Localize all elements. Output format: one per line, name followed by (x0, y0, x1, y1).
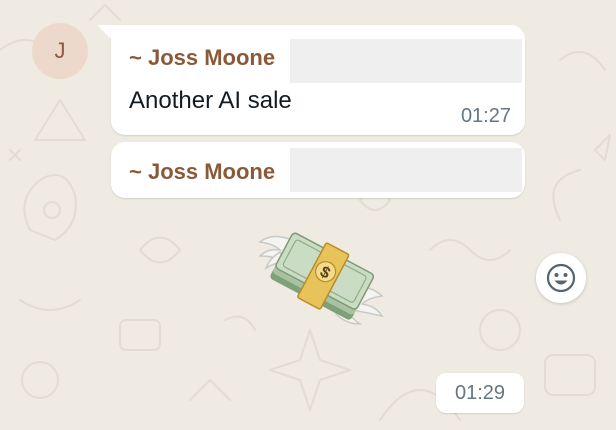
message-time: 01:29 (454, 381, 506, 404)
redacted-phone (290, 148, 522, 192)
sticker-time-pill: 01:29 (436, 373, 524, 413)
money-with-wings-icon[interactable]: $ (252, 218, 388, 348)
sender-header-bubble[interactable]: ~ Joss Moone (111, 142, 525, 198)
sender-name[interactable]: ~ Joss Moone (129, 159, 275, 185)
react-button[interactable] (536, 253, 586, 303)
smiley-icon (546, 263, 576, 293)
message-text: Another AI sale (129, 87, 292, 114)
sender-avatar[interactable]: J (32, 23, 88, 79)
avatar-initial: J (54, 38, 66, 63)
message-bubble[interactable]: ~ Joss Moone Another AI sale 01:27 (111, 25, 525, 135)
sender-name[interactable]: ~ Joss Moone (129, 45, 275, 71)
message-time: 01:27 (460, 105, 511, 127)
redacted-phone (290, 39, 522, 83)
